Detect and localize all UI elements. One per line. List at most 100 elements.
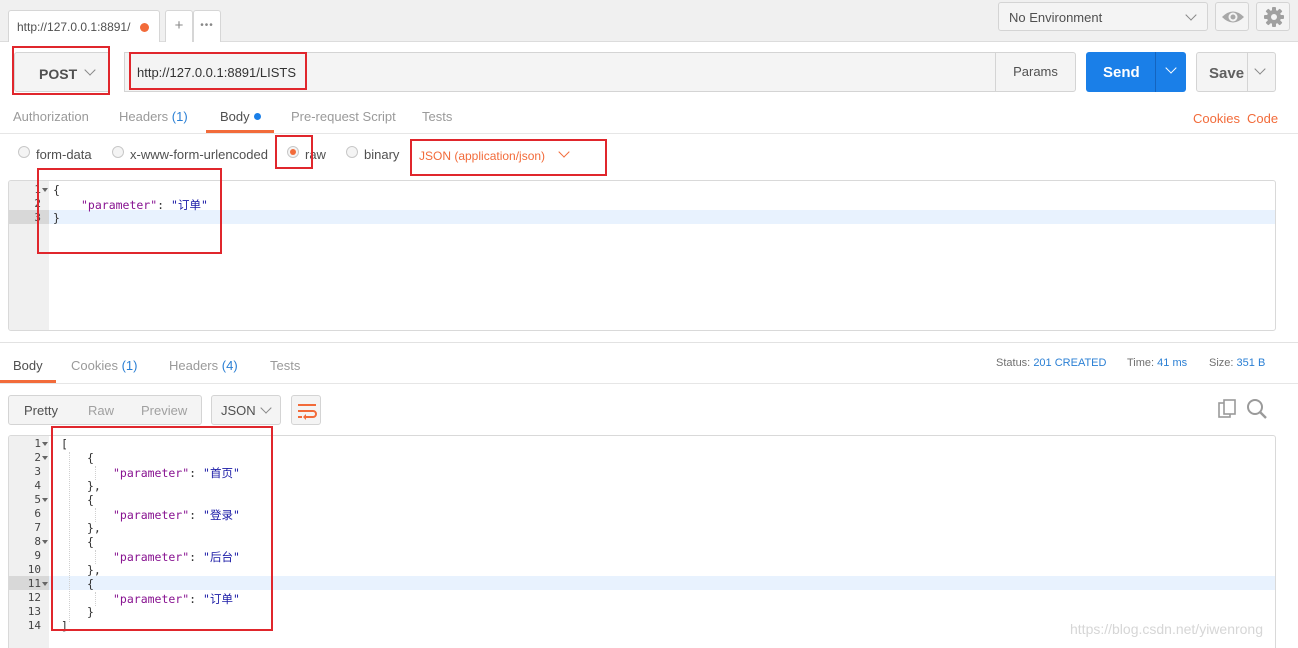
code-open-brace: {: [87, 535, 94, 549]
code-close-brace: },: [87, 563, 101, 577]
gear-icon: [1264, 7, 1284, 27]
code-line: "parameter": "登录": [113, 507, 240, 523]
send-button[interactable]: Send: [1086, 52, 1186, 92]
line-number: 1: [34, 437, 41, 450]
environment-quick-look-button[interactable]: [1215, 2, 1249, 31]
content-type-label: JSON (application/json): [419, 149, 546, 163]
line-number: 3: [34, 465, 41, 478]
chevron-down-icon[interactable]: [1254, 63, 1266, 75]
json-colon: :: [189, 466, 204, 480]
response-tab-cookies-label: Cookies: [71, 358, 118, 373]
request-tab[interactable]: http://127.0.0.1:8891/: [8, 10, 160, 42]
response-tab-headers[interactable]: Headers (4): [169, 358, 238, 373]
fold-arrow-icon[interactable]: [42, 188, 48, 192]
code-close-brace: },: [87, 521, 101, 535]
chevron-down-icon: [84, 64, 96, 76]
url-input[interactable]: http://127.0.0.1:8891/LISTS: [124, 52, 996, 92]
code-close-brace: }: [53, 211, 60, 225]
line-number: 4: [34, 479, 41, 492]
code-close-brace: }: [87, 605, 94, 619]
radio-binary-label: binary: [364, 147, 400, 162]
response-tab-body[interactable]: Body: [13, 358, 43, 373]
indent-guide: [95, 550, 96, 564]
save-divider: [1247, 53, 1248, 91]
code-open-brace: {: [87, 493, 94, 507]
view-preview-button[interactable]: Preview: [141, 403, 187, 418]
tab-body-label: Body: [220, 109, 250, 124]
code-link[interactable]: Code: [1247, 111, 1278, 126]
view-pretty-button[interactable]: Pretty: [24, 403, 58, 418]
view-raw-button[interactable]: Raw: [88, 403, 114, 418]
response-format-label: JSON: [221, 403, 256, 418]
radio-urlencoded[interactable]: [112, 146, 124, 158]
wrap-lines-icon: [298, 404, 317, 420]
copy-icon[interactable]: [1217, 398, 1239, 420]
add-tab-button[interactable]: +: [165, 10, 193, 42]
fold-arrow-icon[interactable]: [42, 498, 48, 502]
chevron-down-icon[interactable]: [1165, 62, 1177, 74]
line-number: 5: [34, 493, 41, 506]
response-tab-headers-label: Headers: [169, 358, 219, 373]
line-number: 9: [34, 549, 41, 562]
line-number: 11: [27, 577, 41, 590]
request-tabs-divider: [0, 133, 1298, 134]
tab-headers[interactable]: Headers (1): [119, 109, 188, 124]
fold-arrow-icon[interactable]: [42, 582, 48, 586]
code-line: "parameter": "首页": [113, 465, 240, 481]
response-body-viewer[interactable]: 1 2 3 4 5 6 7 8 9 10 11 12 13 14 [ { "pa…: [8, 435, 1276, 648]
json-colon: :: [189, 550, 204, 564]
wrap-lines-button[interactable]: [291, 395, 321, 425]
json-colon: :: [189, 592, 204, 606]
settings-button[interactable]: [1256, 2, 1290, 31]
status-label: Status:: [996, 357, 1031, 369]
content-type-select[interactable]: JSON (application/json): [419, 149, 545, 163]
line-number: 8: [34, 535, 41, 548]
fold-arrow-icon[interactable]: [42, 540, 48, 544]
json-value: "订单": [171, 198, 208, 212]
fold-arrow-icon[interactable]: [42, 442, 48, 446]
method-select[interactable]: POST: [14, 52, 110, 92]
status-value: 201 CREATED: [1033, 357, 1107, 369]
json-colon: :: [189, 508, 204, 522]
cookies-link[interactable]: Cookies: [1193, 111, 1240, 126]
more-icon: •••: [200, 20, 214, 31]
tab-authorization[interactable]: Authorization: [13, 109, 89, 124]
code-close-brace: },: [87, 479, 101, 493]
tab-pre-request-script[interactable]: Pre-request Script: [291, 109, 396, 124]
environment-select[interactable]: No Environment: [998, 2, 1208, 31]
params-button[interactable]: Params: [995, 52, 1076, 92]
response-format-select[interactable]: JSON: [211, 395, 281, 425]
line-number: 13: [27, 605, 41, 618]
code-line: "parameter": "订单": [81, 197, 208, 213]
tab-headers-label: Headers: [119, 109, 169, 124]
fold-arrow-icon[interactable]: [42, 456, 48, 460]
response-tab-cookies[interactable]: Cookies (1): [71, 358, 137, 373]
size-value: 351 B: [1236, 357, 1266, 369]
tab-body[interactable]: Body: [220, 109, 250, 124]
status-readout: Status: 201 CREATED: [996, 357, 1106, 369]
chevron-down-icon: [1185, 9, 1197, 21]
tab-headers-count: (1): [171, 109, 188, 124]
plus-icon: +: [174, 17, 184, 34]
search-icon[interactable]: [1245, 397, 1269, 421]
request-body-editor[interactable]: 1 2 3 { "parameter": "订单" }: [8, 180, 1276, 331]
more-tabs-button[interactable]: •••: [193, 10, 221, 42]
radio-form-data[interactable]: [18, 146, 30, 158]
code-open-brace: {: [87, 451, 94, 465]
json-key: "parameter": [113, 550, 190, 564]
response-view-group: Pretty Raw Preview: [8, 395, 202, 425]
radio-raw[interactable]: [287, 146, 299, 158]
body-indicator-dot: [254, 113, 261, 120]
tab-tests[interactable]: Tests: [422, 109, 452, 124]
response-tab-tests[interactable]: Tests: [270, 358, 300, 373]
save-button[interactable]: Save: [1196, 52, 1276, 92]
time-readout: Time: 41 ms: [1127, 357, 1187, 369]
indent-guide: [69, 452, 70, 622]
line-number: 12: [27, 591, 41, 604]
environment-select-label: No Environment: [1009, 10, 1103, 25]
radio-binary[interactable]: [346, 146, 358, 158]
json-value: "首页": [203, 466, 240, 480]
line-number: 1: [34, 183, 41, 196]
line-number: 14: [27, 619, 41, 632]
chevron-down-icon[interactable]: [558, 146, 570, 158]
